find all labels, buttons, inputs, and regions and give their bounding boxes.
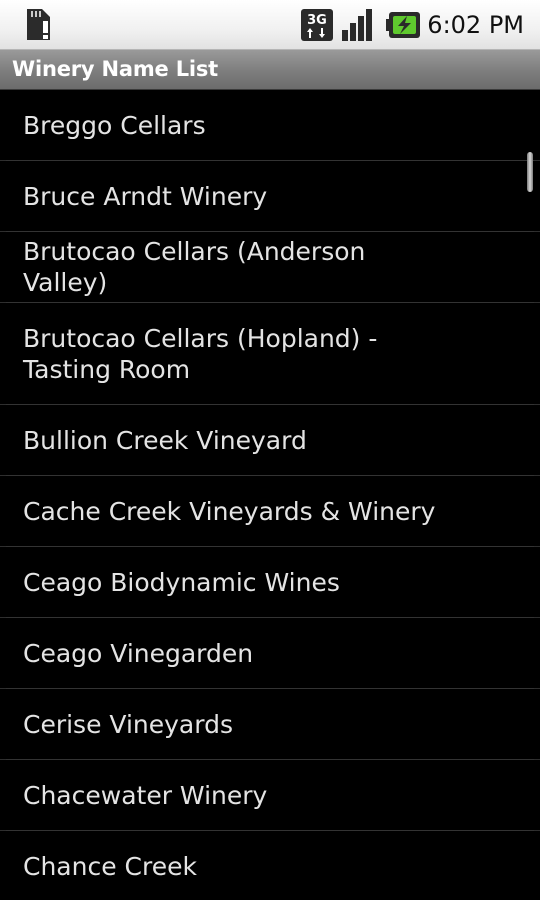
3g-data-icon: 3G [300,8,334,46]
phone-screen: 3G 6:02 PM Winery Name List Breggo Cella… [0,0,540,900]
title-bar: Winery Name List [0,50,540,90]
list-item[interactable]: Brutocao Cellars (Hopland) - Tasting Roo… [0,303,540,405]
list-item[interactable]: Bruce Arndt Winery [0,161,540,232]
list-item-label: Chacewater Winery [23,780,268,810]
list-item-label: Ceago Biodynamic Wines [23,567,340,597]
list-item-label: Cerise Vineyards [23,709,233,739]
list-item[interactable]: Cerise Vineyards [0,689,540,760]
list-item-label: Breggo Cellars [23,110,206,140]
status-clock: 6:02 PM [427,11,524,39]
list-item[interactable]: Chance Creek [0,831,540,900]
scrollbar-thumb[interactable] [527,152,533,192]
list-item-label: Ceago Vinegarden [23,638,254,668]
list-item-label: Brutocao Cellars (Hopland) - Tasting Roo… [23,323,378,384]
list-item-label: Bullion Creek Vineyard [23,425,307,455]
list-item-label: Chance Creek [23,851,197,881]
winery-list[interactable]: Breggo Cellars Bruce Arndt Winery Brutoc… [0,90,540,900]
list-item[interactable]: Bullion Creek Vineyard [0,405,540,476]
list-item[interactable]: Ceago Biodynamic Wines [0,547,540,618]
list-item[interactable]: Chacewater Winery [0,760,540,831]
list-item[interactable]: Cache Creek Vineyards & Winery [0,476,540,547]
status-bar: 3G 6:02 PM [0,0,540,50]
list-item[interactable]: Ceago Vinegarden [0,618,540,689]
list-item-label: Brutocao Cellars (Anderson Valley) [23,237,366,297]
list-item[interactable]: Breggo Cellars [0,90,540,161]
list-item-label: Cache Creek Vineyards & Winery [23,496,436,526]
sd-card-alert-icon [22,6,56,48]
page-title: Winery Name List [12,57,219,81]
list-item[interactable]: Brutocao Cellars (Anderson Valley) [0,232,540,303]
network-label: 3G [307,13,327,28]
battery-charging-icon [385,10,421,44]
list-item-label: Bruce Arndt Winery [23,181,268,211]
signal-strength-icon [341,8,377,46]
